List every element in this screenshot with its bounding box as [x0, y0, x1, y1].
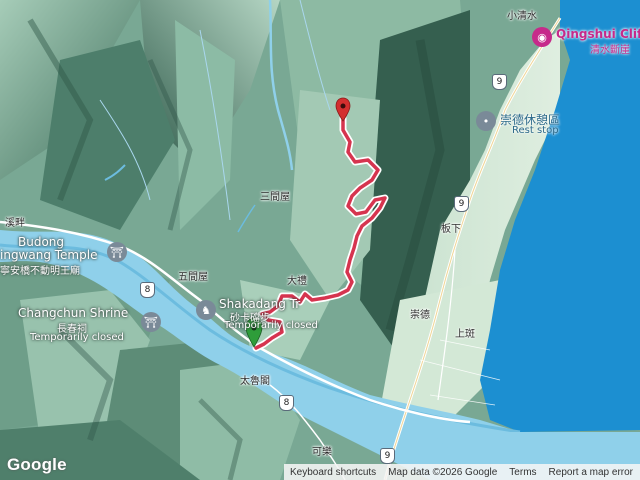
temple-icon[interactable]: ⛩	[107, 242, 127, 262]
poi-budong-title2[interactable]: ingwang Temple	[0, 248, 97, 262]
hiker-icon[interactable]: ♞	[196, 300, 216, 320]
camera-icon[interactable]: ◉	[532, 27, 552, 47]
place-label-dali: 大禮	[287, 276, 307, 287]
route-shield-9: 9	[380, 448, 395, 464]
poi-budong-title[interactable]: Budong	[18, 235, 64, 249]
place-label-xiaoqingshui: 小清水	[507, 11, 537, 22]
place-label-shangban: 上斑	[455, 329, 475, 340]
poi-changchun-title[interactable]: Changchun Shrine	[18, 306, 128, 320]
keyboard-shortcuts-link[interactable]: Keyboard shortcuts	[284, 467, 382, 478]
route-shield-9: 9	[492, 74, 507, 90]
route-shield-8: 8	[140, 282, 155, 298]
place-label-xipan: 溪畔	[5, 218, 25, 229]
attribution-bar: Keyboard shortcuts Map data ©2026 Google…	[284, 464, 640, 480]
report-map-error-link[interactable]: Report a map error	[543, 467, 639, 478]
poi-changchun-status: Temporarily closed	[30, 332, 124, 343]
terms-link[interactable]: Terms	[503, 467, 542, 478]
place-label-banxia: 板下	[441, 224, 461, 235]
terrain-layer	[0, 0, 640, 480]
place-label-wujianwu: 五間屋	[178, 272, 208, 283]
poi-budong-subtitle: 寧安橋不動明王廟	[0, 266, 80, 277]
google-logo: Google	[7, 455, 67, 474]
map-data-text: Map data ©2026 Google	[388, 466, 498, 478]
info-icon[interactable]: •	[476, 111, 496, 131]
poi-shakadang-status: Temporarily closed	[224, 320, 318, 331]
poi-qingshui-subtitle: 清水斷崖	[590, 45, 630, 56]
route-shield-9: 9	[454, 196, 469, 212]
route-shield-8: 8	[279, 395, 294, 411]
shrine-icon[interactable]: ⛩	[141, 312, 161, 332]
poi-qingshui-title[interactable]: Qingshui Cliff	[556, 27, 640, 41]
place-label-chongde: 崇德	[410, 310, 430, 321]
map-view[interactable]: 9 9 8 8 9 小清水 板下 三間屋 五間屋 大禮 崇德 上斑 太魯閣 可樂…	[0, 0, 640, 480]
place-label-kele: 可樂	[312, 447, 332, 458]
place-label-taluge: 太魯閣	[240, 376, 270, 387]
poi-rest-subtitle: Rest stop	[512, 125, 559, 136]
place-label-sanjianwu: 三間屋	[260, 192, 290, 203]
